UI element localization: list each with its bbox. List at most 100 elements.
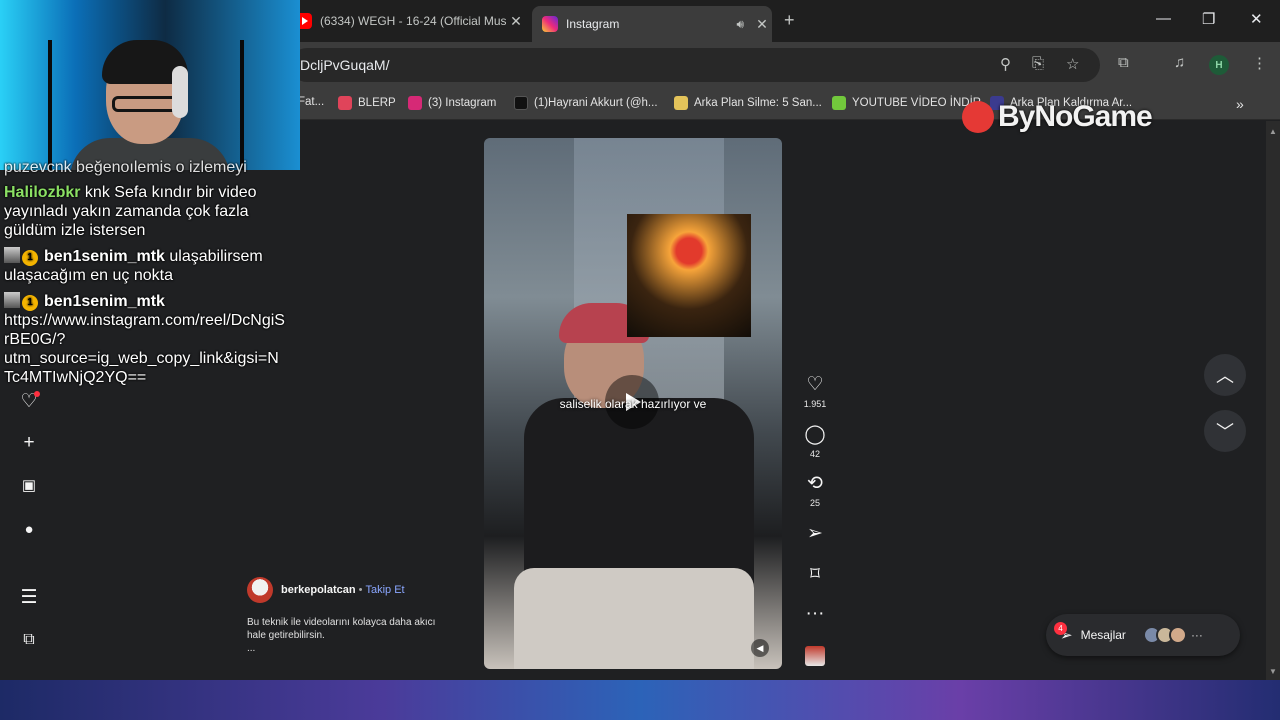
more-menu-icon[interactable]: ☰: [18, 586, 40, 609]
chat-message: Halilozbkr knk Sefa kındır bir video: [4, 183, 257, 203]
video-subtitle: saliselik olarak hazırlıyor ve: [559, 397, 707, 411]
share-button[interactable]: ➢: [800, 523, 830, 545]
comment-button[interactable]: ◯ 42: [800, 424, 830, 459]
tab-title: Instagram: [566, 17, 620, 31]
chat-text: ulaşacağım en uç nokta: [4, 267, 173, 284]
dashboard-icon[interactable]: ▣: [18, 476, 40, 494]
speaker-icon[interactable]: 🔊︎: [736, 17, 744, 32]
comment-count: 42: [809, 449, 820, 459]
chevron-down-icon: ﹀: [1216, 422, 1234, 442]
caption-line: hale getirebilirsin.: [247, 630, 325, 641]
chat-text: güldüm izle istersen: [4, 222, 146, 239]
media-control-icon[interactable]: ♫: [1174, 54, 1185, 71]
previous-reel-button[interactable]: ︿: [1204, 354, 1246, 396]
author-avatar[interactable]: [247, 577, 273, 603]
audio-thumbnail[interactable]: [805, 646, 825, 666]
chat-text: rBE0G/?: [4, 331, 66, 348]
zoom-icon[interactable]: ⚲: [1000, 55, 1011, 73]
caption-more[interactable]: ...: [247, 642, 457, 655]
repost-button[interactable]: ⟲ 25: [800, 473, 830, 508]
messages-label: Mesajlar: [1080, 628, 1126, 642]
profile-avatar-icon[interactable]: ●: [18, 521, 40, 538]
more-options-button[interactable]: ···: [800, 603, 830, 625]
comment-icon: ◯: [804, 424, 826, 445]
tab-close-icon[interactable]: ✕: [752, 16, 772, 33]
subscriber-badge-icon: [4, 247, 20, 263]
author-username[interactable]: berkepolatcan: [281, 584, 356, 596]
send-icon: ➢: [807, 523, 823, 544]
close-window-button[interactable]: ✕: [1250, 10, 1263, 28]
address-bar[interactable]: DcljPvGuqaM/ ⚲ ⎘ ☆: [290, 48, 1100, 82]
chevron-up-icon: ︿: [1216, 366, 1234, 386]
chat-text: https://www.instagram.com/reel/DcNgiS: [4, 312, 285, 329]
notification-dot: [34, 391, 40, 397]
instagram-icon: [408, 96, 422, 110]
reel-video[interactable]: saliselik olarak hazırlıyor ve ◀: [484, 138, 782, 669]
bookmark-label: Fat...: [298, 96, 325, 108]
chat-text: ulaşabilirsem: [169, 248, 263, 265]
tab-instagram[interactable]: Instagram 🔊︎ ✕: [532, 6, 772, 42]
download-icon: [832, 96, 846, 110]
bookmark-icon: ⌑: [810, 564, 820, 585]
maximize-button[interactable]: ❐: [1202, 10, 1215, 28]
menu-kebab-icon[interactable]: ⋮: [1252, 54, 1267, 72]
profile-avatar[interactable]: H: [1209, 55, 1229, 75]
like-count: 1.951: [803, 399, 827, 409]
tab-close-icon[interactable]: ✕: [506, 13, 526, 30]
chat-badge: 1: [22, 250, 38, 266]
install-app-icon[interactable]: ⎘: [1032, 55, 1044, 72]
mute-icon[interactable]: ◀: [751, 639, 769, 657]
recent-contacts: [1142, 626, 1187, 644]
messages-dock[interactable]: ➢ 4 Mesajlar ···: [1046, 614, 1240, 656]
bookmarks-overflow-icon[interactable]: »: [1236, 96, 1244, 112]
bookmark-label: (3) Instagram: [428, 97, 497, 109]
stream-watermark: ByNoGame: [962, 100, 1153, 134]
separator-dot: •: [358, 584, 363, 596]
bookmark-star-icon[interactable]: ☆: [1066, 55, 1079, 73]
extensions-icon[interactable]: ⧉: [1118, 54, 1129, 71]
webcam-overlay: [0, 0, 300, 170]
heart-icon: ♡: [806, 374, 824, 395]
tab-title: (6334) WEGH - 16-24 (Official Mus: [320, 14, 506, 28]
layers-icon: [674, 96, 688, 110]
bookmark-item[interactable]: (1)Hayrani Akkurt (@h...: [514, 96, 658, 110]
also-from-meta-icon[interactable]: ⧉: [18, 631, 40, 649]
reel-author: berkepolatcan • Takip Et: [247, 577, 405, 603]
message-count-badge: 4: [1054, 622, 1067, 635]
minimize-button[interactable]: —: [1156, 10, 1171, 27]
bookmark-item[interactable]: Arka Plan Silme: 5 San...: [674, 96, 822, 110]
subscriber-badge-icon: [4, 292, 20, 308]
tiktok-icon: [514, 96, 528, 110]
chat-text: knk Sefa kındır bir video: [84, 184, 257, 201]
blerp-icon: [338, 96, 352, 110]
bookmark-item[interactable]: Fat...: [298, 96, 324, 108]
chat-text: yayınladı yakın zamanda çok fazla: [4, 203, 249, 220]
bookmark-label: Arka Plan Silme: 5 San...: [694, 97, 822, 109]
new-tab-button[interactable]: +: [784, 10, 795, 31]
tab-youtube[interactable]: (6334) WEGH - 16-24 (Official Mus ✕: [296, 8, 526, 34]
chat-username: ben1senim_mtk: [44, 248, 165, 265]
bynogame-logo-icon: [962, 101, 994, 133]
reel-caption: Bu teknik ile videolarını kolayca daha a…: [247, 616, 457, 655]
follow-link[interactable]: Takip Et: [365, 584, 404, 596]
url-text[interactable]: DcljPvGuqaM/: [300, 57, 389, 73]
bookmark-item[interactable]: (3) Instagram: [408, 96, 496, 110]
like-button[interactable]: ♡ 1.951: [800, 374, 830, 409]
bookmark-item[interactable]: BLERP: [338, 96, 396, 110]
chat-username: ben1senim_mtk: [44, 293, 165, 310]
create-plus-icon[interactable]: +: [18, 432, 40, 454]
chat-text: utm_source=ig_web_copy_link&igsi=N: [4, 350, 279, 367]
bookmark-item[interactable]: YOUTUBE VİDEO İNDİR: [832, 96, 981, 110]
next-reel-button[interactable]: ﹀: [1204, 410, 1246, 452]
save-button[interactable]: ⌑: [800, 564, 830, 586]
instagram-icon: [542, 16, 558, 32]
scroll-down-icon[interactable]: ▼: [1269, 667, 1277, 676]
scrollbar[interactable]: ▲ ▼: [1266, 121, 1280, 680]
watermark-text: ByNoGame: [998, 100, 1153, 133]
chat-line: puzevcnk beğenoılemis o izlemeyi: [4, 159, 247, 176]
repost-icon: ⟲: [807, 473, 823, 494]
bookmark-label: BLERP: [358, 97, 396, 109]
scroll-up-icon[interactable]: ▲: [1269, 127, 1277, 136]
bookmark-label: (1)Hayrani Akkurt (@h...: [534, 97, 658, 109]
more-contacts-icon: ···: [1190, 628, 1203, 642]
